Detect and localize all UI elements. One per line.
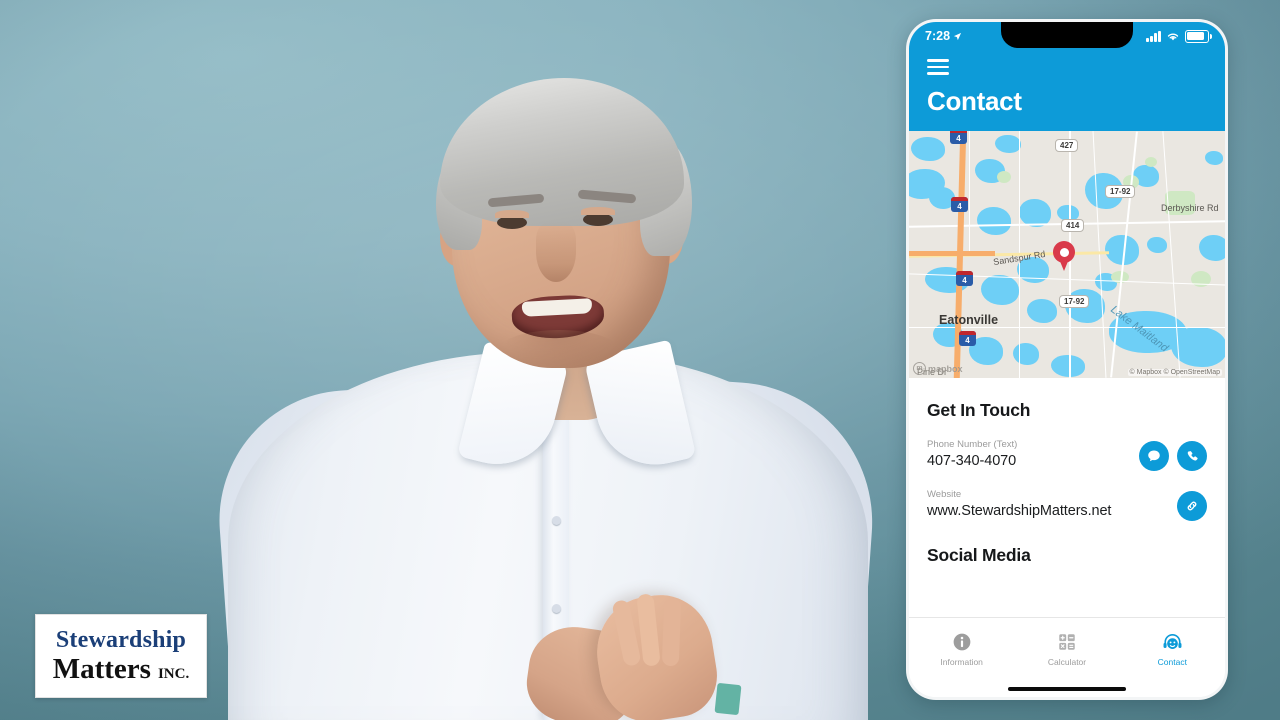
app-header: 7:28 Contact	[909, 22, 1225, 131]
map-route-shield: 414	[1061, 219, 1085, 232]
phone-handset-icon	[1187, 450, 1198, 461]
website-text: Website www.StewardshipMatters.net	[927, 489, 1177, 519]
contact-content: Get In Touch Phone Number (Text) 407-340…	[909, 378, 1225, 617]
map-water-body	[977, 207, 1011, 235]
mapbox-wordmark: mapbox	[928, 363, 963, 374]
home-indicator-area	[909, 680, 1225, 697]
map-water-body	[1027, 299, 1057, 323]
info-circle-icon	[952, 631, 972, 653]
phone-actions	[1139, 441, 1207, 471]
presenter-chin-shadow	[500, 330, 618, 368]
tab-calculator[interactable]: Calculator	[1014, 631, 1119, 667]
map-interstate-shield: 4	[951, 197, 968, 212]
mapbox-logo[interactable]: m mapbox	[913, 362, 963, 375]
mapbox-mark: m	[913, 362, 926, 375]
shirt-button	[552, 516, 561, 525]
map-water-body	[1147, 237, 1167, 253]
logo-word-inc: INC.	[157, 666, 190, 682]
message-bubble-icon	[1148, 450, 1160, 462]
presenter-finger	[661, 597, 682, 667]
map-water-body	[995, 135, 1021, 153]
message-button[interactable]	[1139, 441, 1169, 471]
status-bar-time: 7:28	[925, 29, 951, 43]
phone-number-value[interactable]: 407-340-4070	[927, 453, 1139, 469]
status-bar-left: 7:28	[925, 29, 962, 43]
phone-number-row: Phone Number (Text) 407-340-4070	[927, 439, 1207, 471]
open-link-button[interactable]	[1177, 491, 1207, 521]
hamburger-menu-icon[interactable]	[927, 59, 949, 75]
get-in-touch-heading: Get In Touch	[927, 400, 1031, 420]
logo-line-stewardship: Stewardship	[55, 627, 187, 653]
phone-number-label: Phone Number (Text)	[927, 439, 1018, 450]
status-bar: 7:28	[909, 22, 1225, 50]
shirt-button	[552, 604, 561, 613]
presenter-eyelid-right	[581, 207, 615, 215]
map-interstate-shield: 4	[956, 271, 973, 286]
website-label: Website	[927, 489, 962, 500]
logo-word-matters: Matters	[52, 653, 151, 685]
map-water-body	[1013, 343, 1039, 365]
device-notch	[1001, 22, 1133, 48]
location-arrow-icon	[953, 32, 962, 40]
phone-screen: 7:28 Contact 427 17-92 414 17-92 4 4 4 4…	[909, 22, 1225, 697]
wifi-icon	[1167, 33, 1179, 40]
website-row: Website www.StewardshipMatters.net	[927, 489, 1207, 521]
map-pin-icon[interactable]	[1053, 241, 1075, 271]
map-interstate-shield: 4	[950, 131, 967, 144]
call-button[interactable]	[1177, 441, 1207, 471]
map-park-area	[997, 171, 1011, 183]
map-route-shield: 17-92	[1059, 295, 1090, 308]
lapel-microphone	[714, 682, 742, 716]
headset-support-icon	[1162, 631, 1183, 653]
map-water-body	[911, 137, 945, 161]
cellular-signal-icon	[1146, 30, 1161, 42]
tab-information[interactable]: Information	[909, 631, 1014, 667]
presenter-figure	[0, 0, 900, 720]
tab-label-information: Information	[940, 657, 983, 667]
map-road	[969, 131, 971, 251]
map-water-body	[1051, 355, 1085, 377]
video-frame: Stewardship Matters INC. 7:28 Contact 42…	[0, 0, 1280, 720]
battery-full-icon	[1185, 29, 1212, 43]
nav-row	[909, 50, 1225, 84]
map-attribution: © Mapbox © OpenStreetMap	[1127, 369, 1222, 376]
presenter-hair	[440, 78, 684, 226]
company-logo-card: Stewardship Matters INC.	[35, 614, 207, 698]
tab-label-calculator: Calculator	[1047, 657, 1087, 667]
map-route-shield: 17-92	[1105, 185, 1136, 198]
location-map[interactable]: 427 17-92 414 17-92 4 4 4 4 Eatonville S…	[909, 131, 1225, 378]
page-title: Contact	[927, 86, 1022, 116]
tab-contact[interactable]: Contact	[1120, 631, 1225, 667]
tab-label-contact: Contact	[1157, 657, 1187, 667]
map-route-shield: 427	[1055, 139, 1079, 152]
map-water-body	[981, 275, 1019, 305]
map-label-city: Eatonville	[939, 313, 999, 327]
presenter-nose	[536, 222, 576, 282]
bottom-tab-bar: Information Calculator Contact	[909, 617, 1225, 680]
map-highway-ramp	[909, 251, 995, 256]
presenter-eyelid-left	[495, 210, 529, 218]
map-label-street: Derbyshire Rd	[1161, 203, 1219, 213]
map-water-body	[1205, 151, 1223, 165]
home-indicator-bar[interactable]	[1008, 686, 1126, 691]
website-actions	[1177, 491, 1207, 521]
calculator-icon	[1057, 631, 1077, 653]
phone-number-text: Phone Number (Text) 407-340-4070	[927, 439, 1139, 469]
map-park-area	[1145, 157, 1157, 167]
phone-device-frame: 7:28 Contact 427 17-92 414 17-92 4 4 4 4…	[906, 19, 1228, 700]
chain-link-icon	[1187, 501, 1197, 511]
status-bar-right	[1146, 29, 1212, 43]
social-media-heading: Social Media	[927, 545, 1031, 565]
website-value[interactable]: www.StewardshipMatters.net	[927, 503, 1177, 519]
logo-line-matters-inc: Matters INC.	[53, 655, 189, 684]
map-interstate-shield: 4	[959, 331, 976, 346]
